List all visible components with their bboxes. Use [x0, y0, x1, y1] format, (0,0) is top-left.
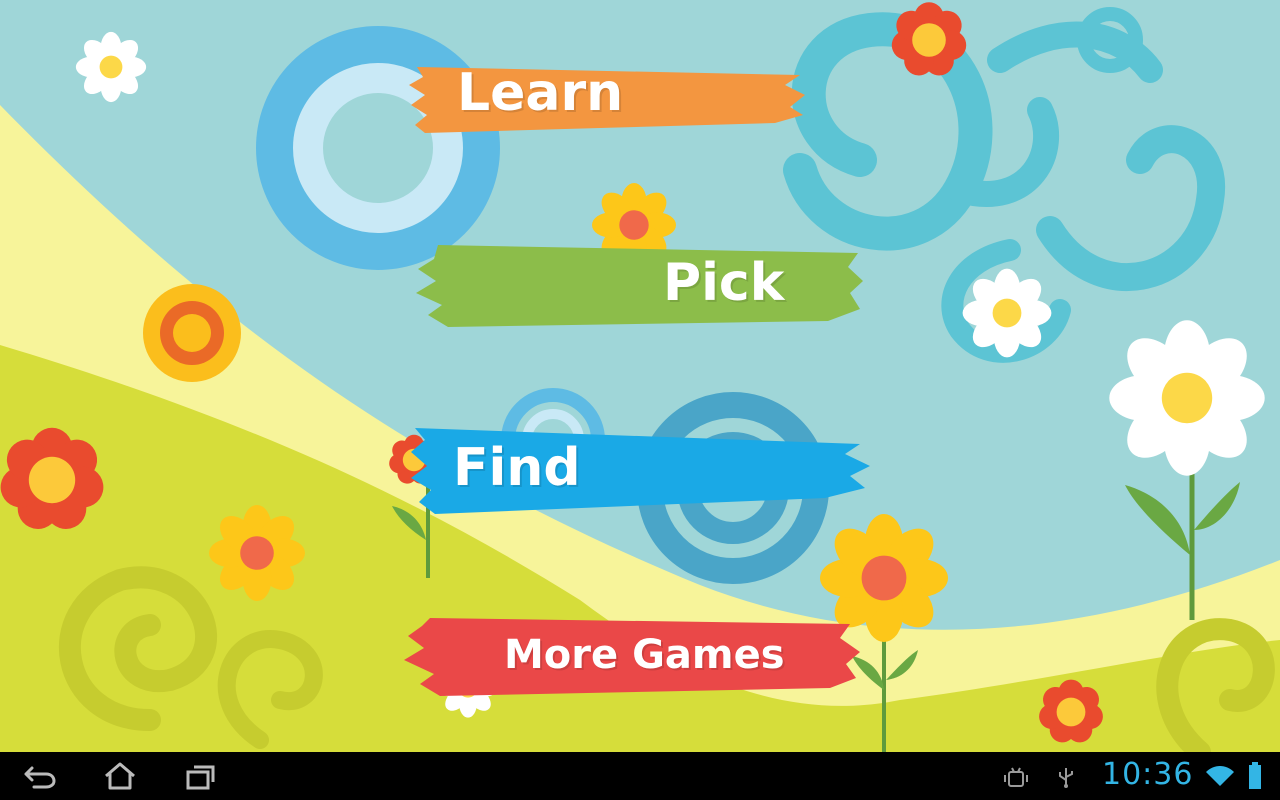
more-games-button[interactable]: More Games: [400, 612, 865, 702]
wifi-icon: [1206, 764, 1234, 792]
learn-button[interactable]: Learn: [405, 55, 810, 140]
recent-apps-icon[interactable]: [180, 760, 220, 792]
android-debug-icon: [1004, 766, 1028, 792]
system-navigation-bar: [0, 752, 1280, 800]
home-icon[interactable]: [100, 760, 140, 792]
pick-label: Pick: [663, 253, 785, 313]
back-icon[interactable]: [20, 760, 60, 792]
find-label: Find: [453, 438, 581, 498]
usb-icon: [1056, 766, 1076, 792]
status-clock: 10:36: [1102, 757, 1194, 792]
paint-stroke-pick: [416, 245, 863, 327]
find-button[interactable]: Find: [405, 420, 875, 520]
game-main-menu: Learn Pick Find More Games: [0, 0, 1280, 752]
more-games-label: More Games: [504, 632, 785, 678]
learn-label: Learn: [457, 63, 624, 123]
battery-icon: [1248, 762, 1262, 794]
pick-button[interactable]: Pick: [408, 235, 868, 335]
